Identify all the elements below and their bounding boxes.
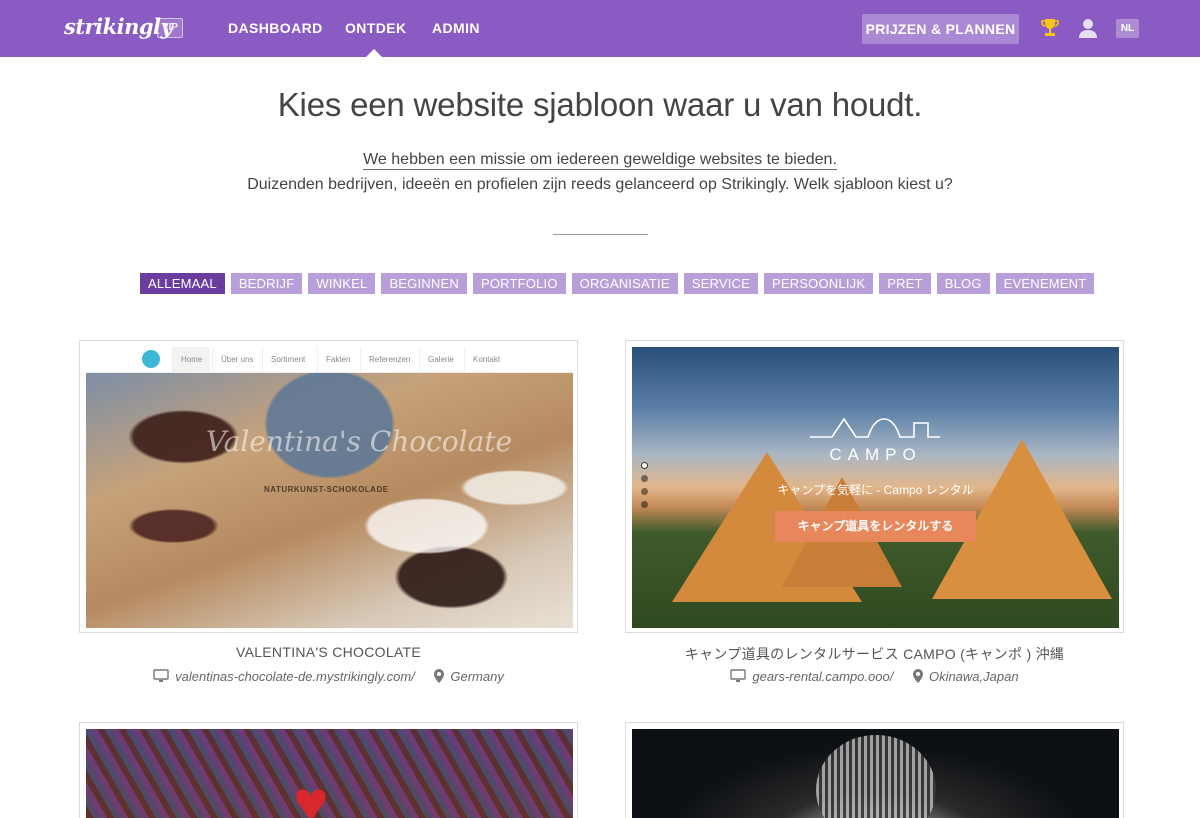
template-preview-knit[interactable]: ♥ [86,729,573,818]
mission-statement: We hebben een missie om iedereen geweldi… [0,151,1200,170]
preview-nav-item: Über uns [212,347,261,373]
template-title[interactable]: VALENTINA'S CHOCOLATE [79,644,578,660]
template-thumbnail-frame[interactable] [625,722,1124,818]
top-navigation-bar: strikingly VIP DASHBOARD ONTDEK ADMIN PR… [0,0,1200,57]
monitor-icon [730,669,747,682]
slider-dots [641,462,648,514]
template-meta: gears-rental.campo.ooo/ Okinawa,Japan [625,669,1124,684]
template-thumbnail-frame[interactable]: ♥ [79,722,578,818]
language-selector[interactable]: NL [1116,19,1139,38]
preview-nav-item: Galerie [419,347,462,373]
trophy-icon[interactable] [1040,17,1060,39]
filter-evenement[interactable]: EVENEMENT [995,273,1095,294]
user-icon[interactable] [1078,17,1098,39]
template-title[interactable]: キャンプ道具のレンタルサービス CAMPO (キャンポ ) 沖縄 [625,644,1124,664]
location-pin-icon [434,669,445,683]
filter-portfolio[interactable]: PORTFOLIO [472,273,566,294]
campo-rent-button: キャンプ道具をレンタルする [775,511,976,542]
filter-allemaal[interactable]: ALLEMAAL [140,273,225,294]
filter-persoonlijk[interactable]: PERSOONLIJK [763,273,874,294]
template-meta: valentinas-chocolate-de.mystrikingly.com… [79,669,578,684]
template-thumbnail-frame[interactable]: Home Über uns Sortiment Fakten Referenze… [79,340,578,633]
slider-dot [641,501,648,508]
nav-dashboard[interactable]: DASHBOARD [228,20,323,36]
slider-dot [641,462,648,469]
page-headline: Kies een website sjabloon waar u van hou… [277,86,923,123]
filter-winkel[interactable]: WINKEL [308,273,376,294]
slider-dot [641,475,648,482]
campo-logo-icon [810,417,940,438]
mission-link[interactable]: We hebben een missie om iedereen geweldi… [363,151,837,170]
nav-ontdek[interactable]: ONTDEK [345,20,407,36]
campo-tagline: キャンプを気軽に - Campo レンタル [777,483,974,497]
vip-badge: VIP [157,18,183,38]
preview-nav-item: Home [172,347,211,373]
template-url[interactable]: gears-rental.campo.ooo/ [752,669,893,684]
template-thumbnail-frame[interactable]: CAMPO キャンプを気軽に - Campo レンタル キャンプ道具をレンタルす… [625,340,1124,633]
heart-icon: ♥ [293,769,329,818]
filter-organisatie[interactable]: ORGANISATIE [571,273,678,294]
active-nav-indicator [366,49,382,57]
nav-admin[interactable]: ADMIN [432,20,480,36]
filter-service[interactable]: SERVICE [683,273,758,294]
template-preview-campo[interactable]: CAMPO キャンプを気軽に - Campo レンタル キャンプ道具をレンタルす… [632,347,1119,628]
template-location: Okinawa,Japan [928,669,1019,684]
preview-navbar: Home Über uns Sortiment Fakten Referenze… [86,347,573,373]
category-filter-bar: ALLEMAAL BEDRIJF WINKEL BEGINNEN PORTFOL… [140,273,1095,294]
preview-nav-item: Sortiment [262,347,313,373]
filter-bedrijf[interactable]: BEDRIJF [230,273,303,294]
hero-subline: Duizenden bedrijven, ideeën en profielen… [247,176,953,193]
preview-logo [142,350,160,368]
filter-blog[interactable]: BLOG [936,273,990,294]
template-location: Germany [450,669,504,684]
location-pin-icon [912,669,923,683]
chocolate-photo [86,373,573,628]
preview-script-title: Valentina's Chocolate [206,425,513,458]
template-url[interactable]: valentinas-chocolate-de.mystrikingly.com… [175,669,415,684]
preview-nav-item: Referenzen [360,347,418,373]
filter-pret[interactable]: PRET [879,273,931,294]
preview-nav-item: Fakten [317,347,358,373]
preview-subtitle: NATURKUNST-SCHOKOLADE [264,485,389,494]
slider-dot [641,488,648,495]
strikingly-logo[interactable]: strikingly [64,14,173,39]
campo-brand: CAMPO [829,445,922,464]
preview-nav-item: Kontakt [464,347,508,373]
knit-photo [86,729,573,818]
filter-beginnen[interactable]: BEGINNEN [381,273,467,294]
template-preview-microphone[interactable] [632,729,1119,818]
template-preview-valentinas-chocolate[interactable]: Home Über uns Sortiment Fakten Referenze… [86,347,573,628]
monitor-icon [153,669,169,682]
section-divider [553,234,648,235]
pricing-plans-button[interactable]: PRIJZEN & PLANNEN [862,14,1019,44]
